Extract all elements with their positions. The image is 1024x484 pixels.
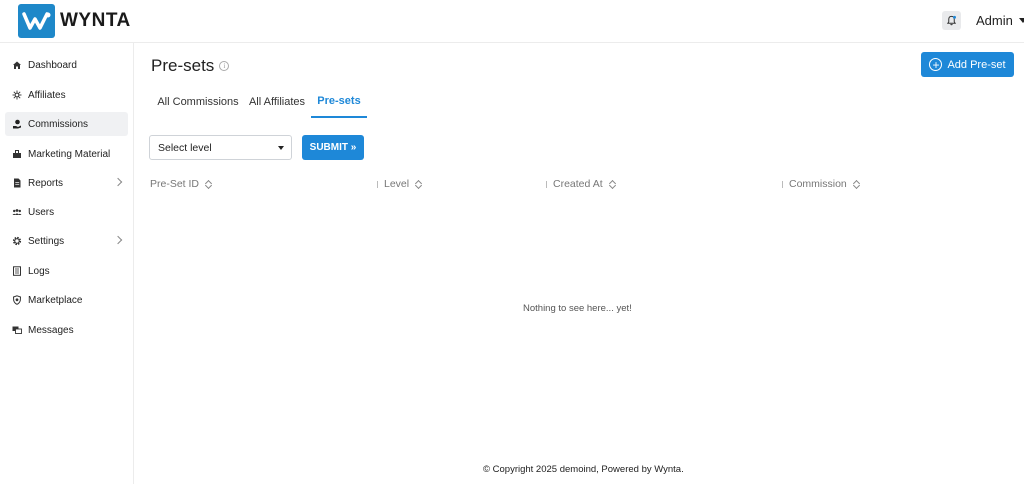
sort-icon [205,180,211,189]
top-header: WYNTA Admin [0,0,1024,43]
briefcase-icon [12,149,22,159]
column-header-commission[interactable]: Commission [782,177,859,191]
column-header-label: Commission [789,178,847,190]
sidebar-item-commissions[interactable]: Commissions [5,112,128,136]
sidebar: Dashboard Affiliates Commissions Marketi… [0,43,134,484]
tab-all-commissions[interactable]: All Commissions [150,86,246,118]
sidebar-item-label: Marketplace [28,294,83,306]
sidebar-item-settings[interactable]: Settings [5,229,128,253]
gear-icon [12,236,22,246]
shield-icon [12,295,22,305]
page-title: Pre-sets i [151,56,230,76]
sidebar-item-dashboard[interactable]: Dashboard [5,53,128,77]
sidebar-item-affiliates[interactable]: Affiliates [5,83,128,107]
column-header-label: Pre-Set ID [150,178,200,190]
plus-circle-icon: + [929,58,943,71]
add-preset-label: Add Pre-set [947,58,1006,71]
sidebar-item-label: Dashboard [28,59,77,71]
sidebar-item-label: Affiliates [28,89,66,101]
column-header-pre-set-id[interactable]: Pre-Set ID [150,177,211,191]
user-name: Admin [976,13,1013,28]
money-hand-icon [12,119,22,129]
column-header-label: Created At [553,178,603,190]
sidebar-item-messages[interactable]: Messages [5,318,128,342]
sort-icon [609,180,615,189]
sort-icon [415,180,421,189]
messages-icon [12,325,22,335]
add-preset-button[interactable]: + Add Pre-set [921,52,1014,77]
brand-logo[interactable]: WYNTA [18,4,131,38]
page-title-text: Pre-sets [151,56,215,75]
info-icon[interactable]: i [219,61,230,71]
logs-icon [12,266,22,276]
chevron-right-icon [113,235,123,245]
home-icon [12,60,22,70]
sidebar-item-label: Users [28,206,55,218]
sidebar-item-label: Logs [28,265,50,277]
tab-pre-sets[interactable]: Pre-sets [311,86,367,118]
column-divider [546,180,547,188]
sidebar-item-label: Reports [28,177,64,189]
footer-copyright: © Copyright 2025 demoind, Powered by Wyn… [483,464,684,475]
sidebar-item-label: Commissions [28,118,89,130]
sidebar-item-label: Marketing Material [28,148,111,160]
tab-all-affiliates[interactable]: All Affiliates [246,86,308,118]
sort-icon [853,180,859,189]
column-header-level[interactable]: Level [377,177,421,191]
sidebar-item-marketplace[interactable]: Marketplace [5,288,128,312]
chevron-down-icon [1018,18,1024,23]
bell-icon [946,15,957,26]
level-select[interactable]: Select level [149,135,292,160]
column-divider [377,180,378,188]
sidebar-item-label: Messages [28,324,74,336]
submit-button[interactable]: SUBMIT » [302,135,364,160]
column-divider [782,180,783,188]
column-header-created-at[interactable]: Created At [546,177,615,191]
sidebar-item-marketing-material[interactable]: Marketing Material [5,142,128,166]
wynta-logo-icon [18,4,55,38]
level-select-value: Select level [158,141,212,154]
caret-down-icon [278,146,284,150]
notifications-button[interactable] [942,11,961,30]
sidebar-item-label: Settings [28,235,65,247]
sidebar-item-reports[interactable]: Reports [5,171,128,195]
network-icon [12,90,22,100]
document-icon [12,178,22,188]
chevron-right-icon [113,177,123,187]
sidebar-item-users[interactable]: Users [5,200,128,224]
sidebar-item-logs[interactable]: Logs [5,259,128,283]
column-header-label: Level [384,178,410,190]
empty-state-message: Nothing to see here... yet! [523,303,632,314]
brand-name: WYNTA [60,10,131,31]
users-icon [12,207,22,217]
user-menu[interactable]: Admin [976,13,1024,28]
